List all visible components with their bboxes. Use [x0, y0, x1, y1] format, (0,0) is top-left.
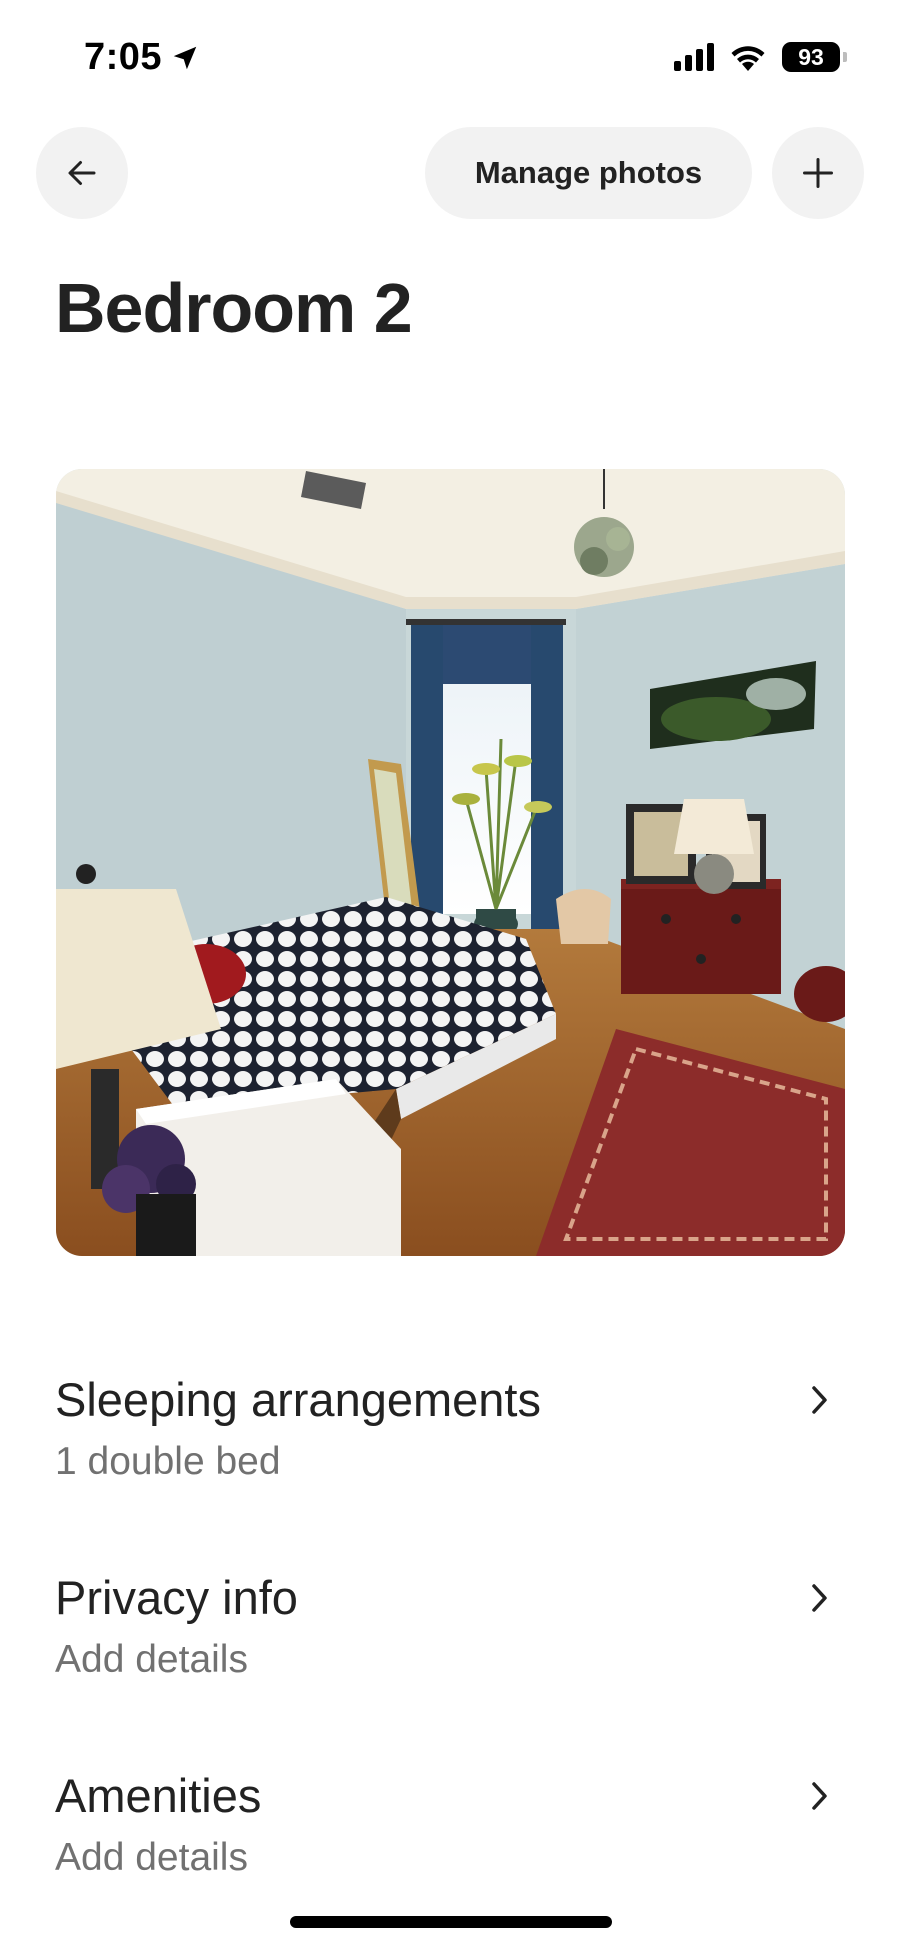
home-indicator[interactable]: [290, 1916, 612, 1928]
status-time: 7:05: [84, 36, 163, 78]
battery-icon: 93: [782, 42, 847, 72]
row-sleeping-arrangements[interactable]: Sleeping arrangements 1 double bed: [55, 1372, 845, 1522]
chevron-right-icon: [805, 1580, 835, 1616]
screen: 7:05 93 Manage photos Bedroom 2 Sleeping…: [0, 0, 900, 1947]
row-title: Privacy info: [55, 1571, 298, 1624]
cellular-signal-icon: [674, 43, 714, 71]
row-privacy-info[interactable]: Privacy info Add details: [55, 1570, 845, 1720]
battery-level: 93: [798, 43, 824, 70]
bedroom-photo[interactable]: [56, 469, 845, 1256]
bedroom-illustration: [56, 469, 845, 1256]
wifi-icon: [731, 46, 765, 71]
manage-photos-button[interactable]: Manage photos: [425, 127, 752, 219]
back-button[interactable]: [36, 127, 128, 219]
status-bar: 7:05 93: [0, 0, 900, 110]
add-photo-button[interactable]: [772, 127, 864, 219]
row-subtitle: Add details: [55, 1836, 248, 1879]
row-amenities[interactable]: Amenities Add details: [55, 1768, 845, 1918]
row-subtitle: 1 double bed: [55, 1440, 281, 1483]
chevron-right-icon: [805, 1382, 835, 1418]
chevron-right-icon: [805, 1778, 835, 1814]
row-title: Sleeping arrangements: [55, 1373, 541, 1426]
row-title: Amenities: [55, 1769, 262, 1822]
arrow-left-icon: [68, 161, 96, 185]
status-icons: 93: [674, 42, 847, 72]
status-time-group: 7:05: [84, 36, 200, 79]
row-subtitle: Add details: [55, 1638, 248, 1681]
page-title: Bedroom 2: [55, 269, 413, 347]
plus-icon: [803, 158, 833, 188]
location-arrow-icon: [173, 46, 197, 69]
